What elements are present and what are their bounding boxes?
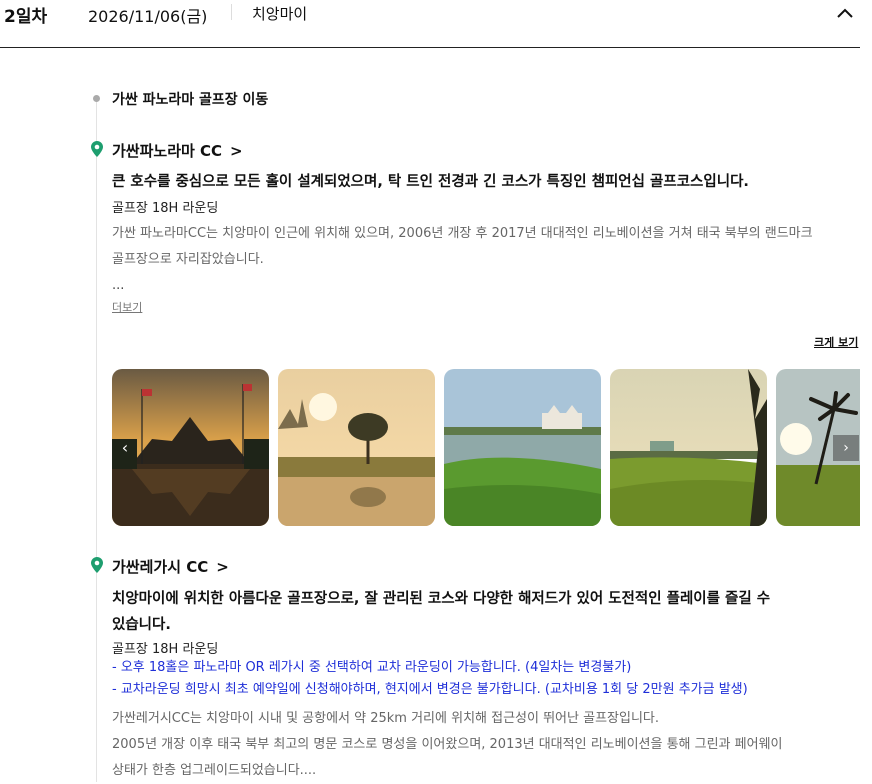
header-divider — [231, 4, 232, 20]
lake-clubhouse-photo[interactable] — [444, 369, 601, 526]
course-headline: 치앙마이에 위치한 아름다운 골프장으로, 잘 관리된 코스와 다양한 해저드가… — [112, 586, 842, 638]
chevron-right-icon[interactable]: › — [833, 435, 859, 461]
move-title: 가싼 파노라마 골프장 이동 — [112, 92, 269, 108]
map-pin-icon — [91, 557, 103, 573]
description-ellipsis: ... — [112, 278, 125, 293]
round-info: 골프장 18H 라운딩 — [112, 642, 219, 657]
headline-line: 치앙마이에 위치한 아름다운 골프장으로, 잘 관리된 코스와 다양한 해저드가… — [112, 591, 771, 607]
round-info: 골프장 18H 라운딩 — [112, 201, 219, 216]
photo-gallery[interactable]: ‹ › — [112, 369, 860, 526]
course-name: 가싼레가시 CC — [112, 558, 209, 576]
chevron-left-icon[interactable]: ‹ — [112, 435, 138, 461]
course-name: 가싼파노라마 CC — [112, 142, 223, 160]
timeline-line — [96, 98, 97, 782]
headline-line: 있습니다. — [112, 617, 171, 633]
description-line: 가싼레거시CC는 치앙마이 시내 및 공항에서 약 25km 거리에 위치해 접… — [112, 711, 659, 726]
day-label: 2일차 — [4, 7, 48, 27]
description-line: 가싼 파노라마CC는 치앙마이 인근에 위치해 있으며, 2006년 개장 후 … — [112, 226, 813, 241]
chevron-right-icon: > — [216, 558, 229, 576]
fairway-clubhouse-photo[interactable] — [610, 369, 767, 526]
map-pin-icon — [91, 141, 103, 157]
timeline-dot — [93, 95, 100, 102]
course-description: 가싼레거시CC는 치앙마이 시내 및 공항에서 약 25km 거리에 위치해 접… — [112, 706, 862, 784]
more-link[interactable]: 더보기 — [112, 299, 142, 315]
course-notes: - 오후 18홀은 파노라마 OR 레가시 중 선택하여 교차 라운딩이 가능합… — [112, 657, 862, 701]
course-description: 가싼 파노라마CC는 치앙마이 인근에 위치해 있으며, 2006년 개장 후 … — [112, 221, 862, 299]
description-line: 2005년 개장 이후 태국 북부 최고의 명문 코스로 명성을 이어왔으며, … — [112, 737, 783, 752]
note-line: - 교차라운딩 희망시 최초 예약일에 신청해야하며, 현지에서 변경은 불가합… — [112, 682, 748, 697]
description-line: 골프장으로 자리잡았습니다. — [112, 252, 264, 267]
sunset-tree-photo[interactable] — [278, 369, 435, 526]
chevron-up-icon[interactable] — [834, 2, 856, 24]
day-city: 치앙마이 — [252, 5, 308, 23]
course-title-panorama[interactable]: 가싼파노라마 CC > — [112, 140, 243, 161]
day-date: 2026/11/06(금) — [88, 7, 208, 26]
course-headline: 큰 호수를 중심으로 모든 홀이 설계되었으며, 탁 트인 전경과 긴 코스가 … — [112, 174, 749, 190]
course-title-legacy[interactable]: 가싼레가시 CC > — [112, 556, 229, 577]
chevron-right-icon: > — [230, 142, 243, 160]
day-header[interactable]: 2일차 2026/11/06(금) 치앙마이 — [0, 0, 860, 48]
description-line: 상태가 한층 업그레이드되었습니다.... — [112, 763, 317, 778]
view-large-link[interactable]: 크게 보기 — [814, 334, 858, 350]
note-line: - 오후 18홀은 파노라마 OR 레가시 중 선택하여 교차 라운딩이 가능합… — [112, 660, 632, 675]
